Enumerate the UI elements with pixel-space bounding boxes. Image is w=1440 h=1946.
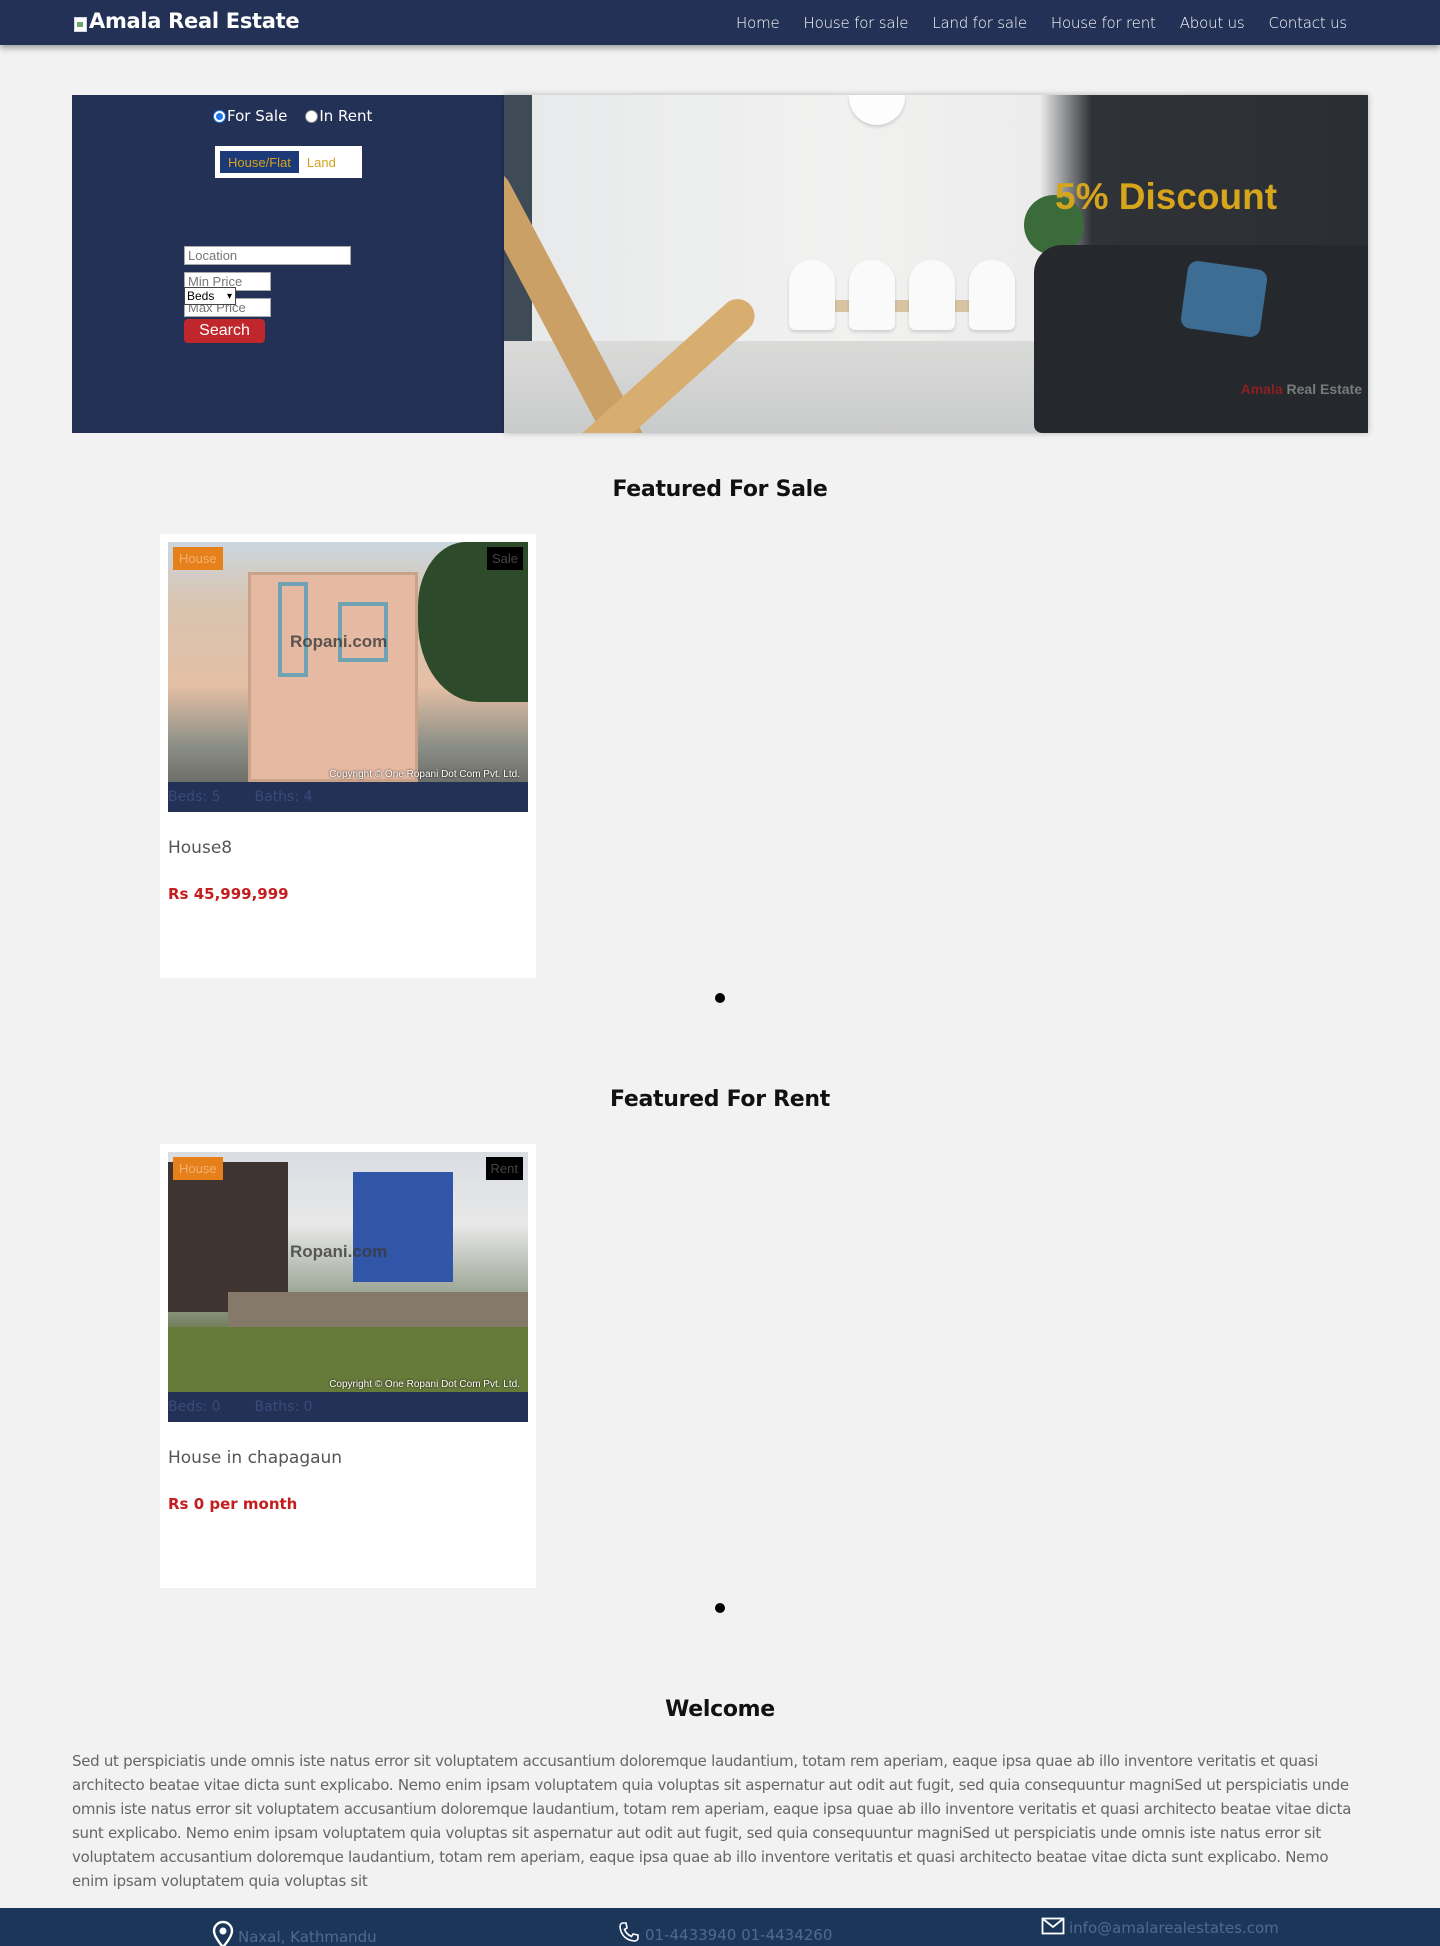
baths-label: Baths bbox=[254, 789, 295, 805]
hero: For Sale In Rent House/Flat Land Locatio… bbox=[72, 95, 1368, 433]
radio-in-rent[interactable]: In Rent bbox=[305, 107, 372, 125]
photo-copyright: Copyright © One Ropani Dot Com Pvt. Ltd. bbox=[329, 769, 520, 780]
property-price: Rs 0 per month bbox=[168, 1495, 298, 1513]
photo-wall bbox=[228, 1292, 528, 1332]
type-badge: House bbox=[173, 1157, 223, 1180]
beds-stat: Beds: 5 bbox=[168, 782, 220, 812]
footer-email: info@amalarealestates.com bbox=[1041, 1917, 1279, 1940]
property-card-sale[interactable]: Ropani.com Copyright © One Ropani Dot Co… bbox=[160, 534, 536, 978]
baths-stat: Baths: 4 bbox=[254, 782, 312, 812]
brand-link[interactable]: Amala Real Estate bbox=[72, 9, 300, 33]
status-badge: Rent bbox=[485, 1157, 523, 1180]
photo-shed bbox=[168, 1162, 288, 1312]
property-name[interactable]: House8 bbox=[168, 838, 232, 858]
watermark-rest: Real Estate bbox=[1282, 381, 1363, 397]
footer-phone-text[interactable]: 01-4433940 01-4434260 bbox=[645, 1926, 832, 1944]
baths-label: Baths bbox=[254, 1399, 295, 1415]
footer-phone: 01-4433940 01-4434260 bbox=[617, 1920, 832, 1946]
beds-label: Beds bbox=[168, 789, 203, 805]
property-card-rent[interactable]: Ropani.com Copyright © One Ropani Dot Co… bbox=[160, 1144, 536, 1588]
ropani-logo: Ropani.com bbox=[290, 1242, 388, 1261]
radio-for-sale-label: For Sale bbox=[227, 107, 288, 125]
banner-chair bbox=[909, 260, 955, 330]
chevron-down-icon: ▾ bbox=[226, 291, 232, 302]
beds-value: : 5 bbox=[202, 789, 221, 805]
ropani-logo: Ropani.com bbox=[290, 632, 388, 651]
tab-house-flat[interactable]: House/Flat bbox=[220, 151, 299, 173]
banner-chair bbox=[789, 260, 835, 330]
navbar: Amala Real Estate Home House for sale La… bbox=[0, 0, 1440, 45]
footer-email-text[interactable]: info@amalarealestates.com bbox=[1069, 1919, 1279, 1937]
carousel-dot[interactable] bbox=[715, 993, 725, 1003]
radio-in-rent-label: In Rent bbox=[319, 107, 373, 125]
featured-sale-title: Featured For Sale bbox=[612, 477, 828, 502]
banner-chair bbox=[969, 260, 1015, 330]
type-badge: House bbox=[173, 547, 223, 570]
welcome-text: Sed ut perspiciatis unde omnis iste natu… bbox=[72, 1752, 1352, 1890]
baths-value: : 0 bbox=[294, 1399, 313, 1415]
footer-address: Naxal, Kathmandu bbox=[212, 1920, 377, 1946]
listing-type-radios: For Sale In Rent bbox=[213, 107, 372, 125]
location-input[interactable]: Location bbox=[184, 246, 351, 265]
property-name[interactable]: House in chapagaun bbox=[168, 1448, 342, 1468]
banner-chair bbox=[849, 260, 895, 330]
map-pin-icon bbox=[212, 1920, 234, 1946]
nav-house-for-sale[interactable]: House for sale bbox=[804, 14, 909, 32]
beds-value: : 0 bbox=[202, 1399, 221, 1415]
beds-label: Beds bbox=[168, 1399, 203, 1415]
banner-cushion bbox=[1179, 259, 1269, 339]
photo-building bbox=[353, 1172, 453, 1282]
radio-in-rent-input[interactable] bbox=[305, 109, 319, 123]
search-panel: For Sale In Rent House/Flat Land Locatio… bbox=[72, 95, 504, 433]
photo-copyright: Copyright © One Ropani Dot Com Pvt. Ltd. bbox=[329, 1379, 520, 1390]
tab-land[interactable]: Land bbox=[299, 151, 344, 173]
property-price: Rs 45,999,999 bbox=[168, 885, 289, 903]
beds-stat: Beds: 0 bbox=[168, 1392, 220, 1422]
carousel-dot[interactable] bbox=[715, 1603, 725, 1613]
property-photo[interactable]: Ropani.com Copyright © One Ropani Dot Co… bbox=[168, 542, 528, 782]
property-stats: Beds: 0 Baths: 0 bbox=[168, 1392, 528, 1422]
beds-select[interactable]: Beds ▾ bbox=[184, 287, 236, 305]
welcome-title: Welcome bbox=[665, 1697, 775, 1722]
baths-stat: Baths: 0 bbox=[254, 1392, 312, 1422]
envelope-icon bbox=[1041, 1917, 1065, 1940]
banner-watermark: Amala Real Estate bbox=[1241, 381, 1362, 397]
search-button[interactable]: Search bbox=[184, 319, 265, 343]
footer: Naxal, Kathmandu 01-4433940 01-4434260 i… bbox=[0, 1908, 1440, 1946]
watermark-red: Amala bbox=[1240, 381, 1283, 397]
brand-text: Amala Real Estate bbox=[89, 9, 300, 33]
nav-about-us[interactable]: About us bbox=[1180, 14, 1245, 32]
discount-text: 5% Discount bbox=[1055, 176, 1278, 217]
photo-building bbox=[248, 572, 418, 782]
featured-rent-title: Featured For Rent bbox=[610, 1087, 830, 1112]
nav-house-for-rent[interactable]: House for rent bbox=[1051, 14, 1156, 32]
status-badge: Sale bbox=[486, 547, 523, 570]
footer-address-text: Naxal, Kathmandu bbox=[238, 1928, 377, 1946]
nav-home[interactable]: Home bbox=[736, 14, 780, 32]
nav-links: Home House for sale Land for sale House … bbox=[736, 14, 1347, 32]
banner-image: 5% Discount Amala Real Estate bbox=[504, 95, 1368, 433]
nav-contact-us[interactable]: Contact us bbox=[1269, 14, 1348, 32]
radio-for-sale-input[interactable] bbox=[213, 109, 226, 123]
banner-lamp bbox=[849, 95, 905, 125]
nav-land-for-sale[interactable]: Land for sale bbox=[932, 14, 1027, 32]
broken-logo-image-icon bbox=[72, 16, 88, 32]
beds-select-value: Beds bbox=[187, 289, 215, 303]
property-stats: Beds: 5 Baths: 4 bbox=[168, 782, 528, 812]
property-type-tabs: House/Flat Land bbox=[215, 146, 362, 178]
baths-value: : 4 bbox=[294, 789, 313, 805]
radio-for-sale[interactable]: For Sale bbox=[213, 107, 287, 125]
property-photo[interactable]: Ropani.com Copyright © One Ropani Dot Co… bbox=[168, 1152, 528, 1392]
phone-icon bbox=[617, 1920, 641, 1946]
photo-window bbox=[278, 582, 308, 677]
